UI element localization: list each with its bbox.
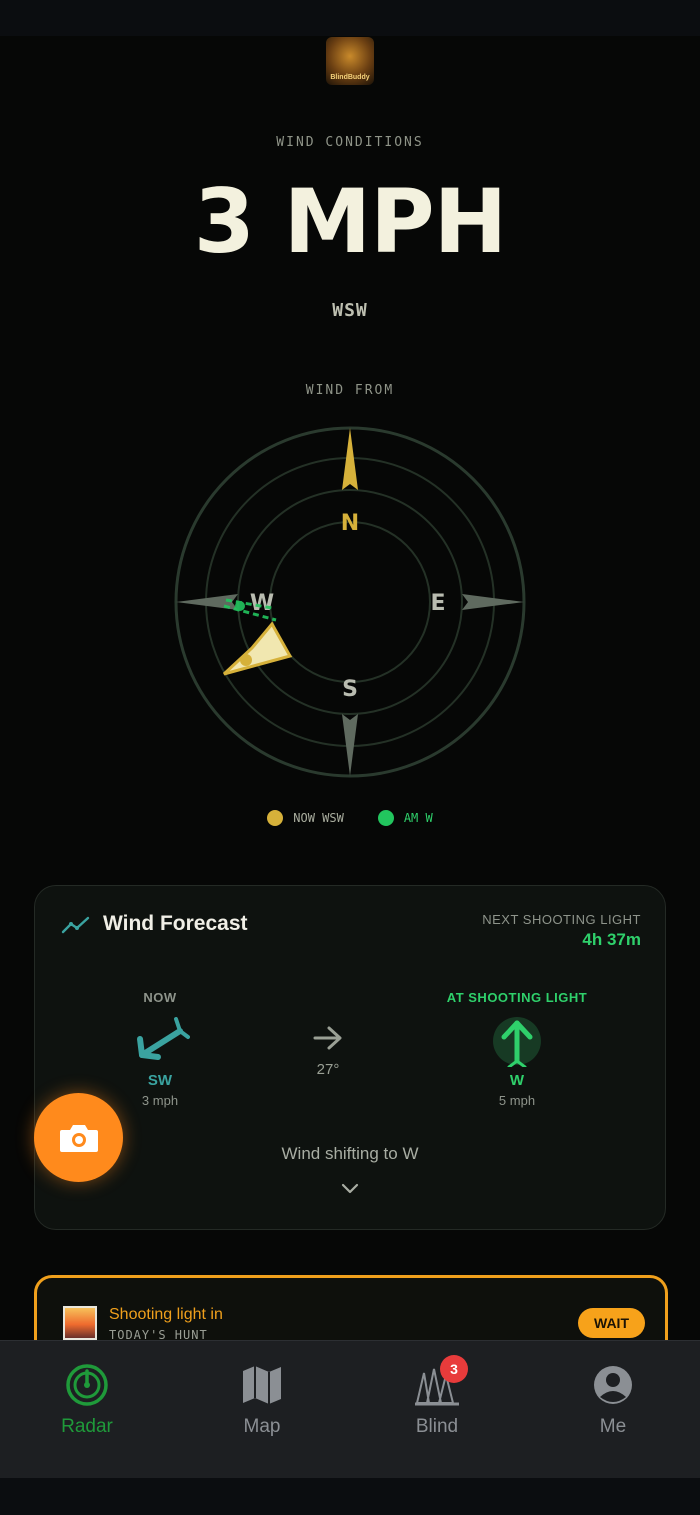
now-dir: SW — [147, 1072, 173, 1089]
tab-me-label: Me — [599, 1416, 627, 1437]
compass-s: S — [342, 677, 358, 702]
tab-me[interactable]: Me — [553, 1363, 673, 1438]
blind-badge: 3 — [440, 1355, 468, 1383]
wind-forecast-card[interactable]: Wind Forecast NEXT SHOOTING LIGHT 4h 37m… — [34, 885, 666, 1230]
now-wind-arrow — [222, 621, 293, 676]
tab-blind[interactable]: 3 Blind — [377, 1355, 497, 1438]
chevron-down-icon[interactable] — [340, 1182, 360, 1196]
trend-icon — [61, 916, 90, 934]
now-head: NOW — [143, 990, 177, 1005]
tab-map-label: Map — [243, 1416, 281, 1437]
tab-radar[interactable]: Radar — [27, 1363, 147, 1438]
sw-arrow-icon — [137, 1017, 190, 1060]
status-bar — [0, 0, 700, 36]
compass-w: W — [250, 591, 274, 616]
at-light-head: AT SHOOTING LIGHT — [446, 990, 588, 1005]
north-arrow-icon — [493, 1017, 541, 1069]
forecast-shift: 27° — [253, 1024, 403, 1078]
wind-direction: WSW — [332, 300, 368, 321]
legend-now-label: NOW WSW — [293, 811, 344, 825]
compass-n: N — [341, 511, 359, 536]
next-shooting-light-value: 4h 37m — [582, 930, 641, 949]
radar-icon — [66, 1364, 108, 1406]
camera-button[interactable] — [34, 1093, 123, 1182]
shift-degrees: 27° — [316, 1061, 340, 1078]
compass-legend: NOW WSW AM W — [0, 810, 700, 826]
hunt-title: Shooting light in — [109, 1306, 223, 1323]
forecast-title: Wind Forecast — [103, 912, 248, 935]
system-nav-bar — [0, 1478, 700, 1515]
wind-speed: 3 MPH — [193, 170, 508, 273]
camera-icon — [59, 1124, 98, 1152]
legend-am: AM W — [377, 810, 433, 826]
tab-map[interactable]: Map — [202, 1363, 322, 1438]
logo-text: BlindBuddy — [330, 74, 370, 81]
wind-conditions-label: WIND CONDITIONS — [276, 135, 424, 150]
compass-ring-inner — [269, 521, 431, 683]
map-icon — [243, 1366, 281, 1404]
legend-am-dot — [377, 810, 394, 826]
compass-e: E — [430, 591, 445, 616]
sunrise-icon — [63, 1306, 97, 1340]
at-light-speed: 5 mph — [498, 1093, 536, 1108]
wait-button[interactable]: WAIT — [578, 1308, 645, 1338]
forecast-now: NOW SW 3 mph — [85, 990, 235, 1108]
legend-now: NOW WSW — [267, 810, 344, 826]
forecast-at-light: AT SHOOTING LIGHT W 5 mph — [437, 990, 597, 1108]
legend-now-dot — [267, 810, 284, 826]
arrow-right-icon — [313, 1026, 342, 1050]
user-icon — [594, 1366, 632, 1404]
wind-shift-text: Wind shifting to W — [281, 1144, 419, 1163]
app-logo: BlindBuddy — [326, 37, 374, 85]
tab-blind-label: Blind — [415, 1416, 459, 1437]
tab-radar-label: Radar — [61, 1416, 113, 1437]
legend-am-label: AM W — [403, 811, 433, 825]
tab-bar: Radar Map 3 Blind Me — [0, 1340, 700, 1479]
next-shooting-light-label: NEXT SHOOTING LIGHT — [482, 912, 641, 927]
at-light-dir: W — [509, 1072, 525, 1089]
wind-from-label: WIND FROM — [305, 383, 395, 398]
wind-compass: N E S W — [174, 426, 526, 778]
